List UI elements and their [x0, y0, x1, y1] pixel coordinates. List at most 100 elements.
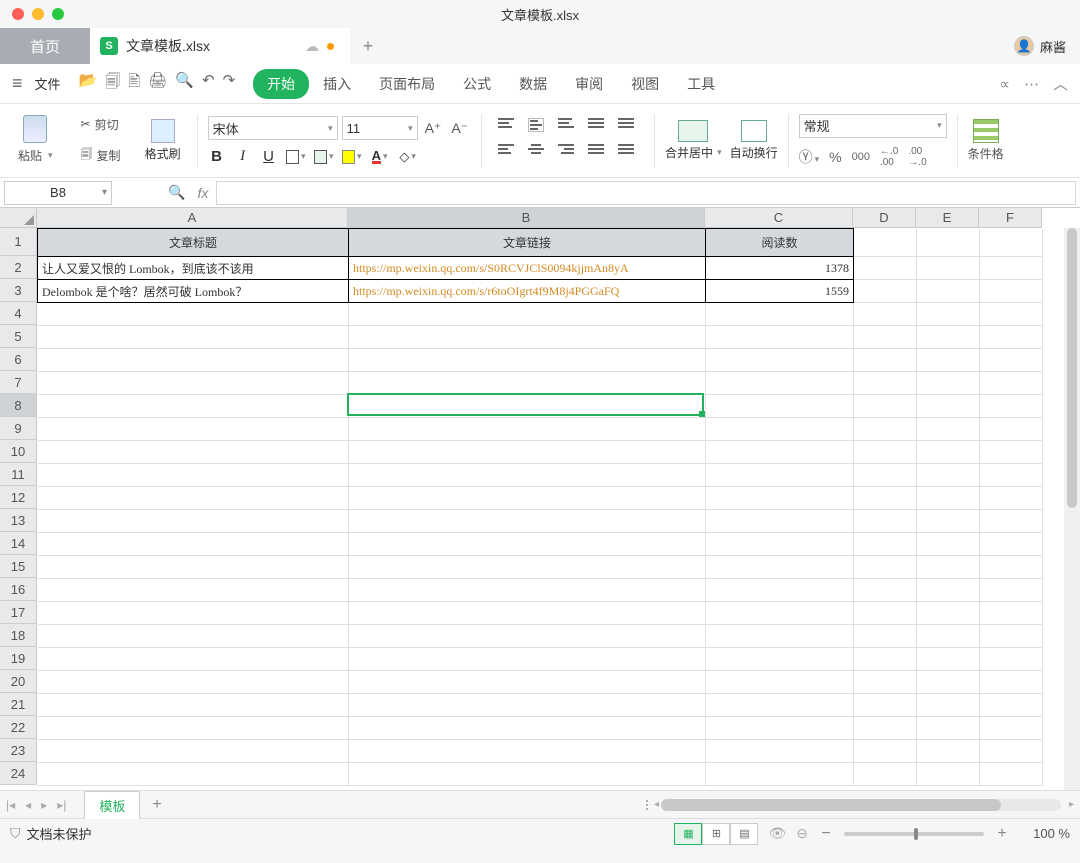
menu-tab-0[interactable]: 开始: [253, 69, 309, 99]
cell-E24[interactable]: [917, 763, 980, 786]
more-icon[interactable]: ⋯: [1024, 75, 1039, 93]
currency-button[interactable]: Ⓨ▾: [799, 147, 820, 167]
cell-B18[interactable]: [349, 625, 706, 648]
border-button[interactable]: ▾: [286, 149, 306, 165]
decrease-font-button[interactable]: A⁻: [448, 120, 471, 137]
cell-C4[interactable]: [706, 303, 854, 326]
collapse-ribbon-icon[interactable]: ︿: [1053, 73, 1068, 94]
align-center-button[interactable]: [528, 144, 544, 158]
cell-C24[interactable]: [706, 763, 854, 786]
decrease-decimal-button[interactable]: ←.0.00: [880, 146, 898, 168]
cell-B23[interactable]: [349, 740, 706, 763]
cell-E5[interactable]: [917, 326, 980, 349]
file-menu[interactable]: 文件: [35, 74, 61, 93]
cell-C21[interactable]: [706, 694, 854, 717]
col-header-D[interactable]: D: [853, 208, 916, 228]
menu-tab-4[interactable]: 数据: [505, 69, 561, 99]
cell-D8[interactable]: [854, 395, 917, 418]
cell-B20[interactable]: [349, 671, 706, 694]
cell-D21[interactable]: [854, 694, 917, 717]
row-header-5[interactable]: 5: [0, 325, 37, 348]
row-header-17[interactable]: 17: [0, 601, 37, 624]
undo-icon[interactable]: ↶: [202, 71, 215, 96]
underline-button[interactable]: U: [260, 148, 278, 165]
menu-tab-5[interactable]: 审阅: [561, 69, 617, 99]
cell-E9[interactable]: [917, 418, 980, 441]
cell-E13[interactable]: [917, 510, 980, 533]
save-icon[interactable]: 🗐: [105, 71, 120, 96]
fx-icon[interactable]: fx: [197, 185, 208, 201]
cell-B11[interactable]: [349, 464, 706, 487]
cell-E19[interactable]: [917, 648, 980, 671]
cell-B15[interactable]: [349, 556, 706, 579]
cell-F12[interactable]: [980, 487, 1043, 510]
cell-D18[interactable]: [854, 625, 917, 648]
cell-C13[interactable]: [706, 510, 854, 533]
cell-B4[interactable]: [349, 303, 706, 326]
cell-F16[interactable]: [980, 579, 1043, 602]
cell-D6[interactable]: [854, 349, 917, 372]
cell-A9[interactable]: [38, 418, 349, 441]
cell-F2[interactable]: [980, 257, 1043, 280]
view-layout-button[interactable]: ▤: [730, 823, 758, 845]
conditional-format-button[interactable]: 条件格: [968, 119, 1004, 162]
justify-button[interactable]: [588, 144, 604, 158]
align-left-button[interactable]: [498, 144, 514, 158]
cell-F21[interactable]: [980, 694, 1043, 717]
cell-D5[interactable]: [854, 326, 917, 349]
cell-B16[interactable]: [349, 579, 706, 602]
cell-D13[interactable]: [854, 510, 917, 533]
cell-F4[interactable]: [980, 303, 1043, 326]
font-family-select[interactable]: 宋体▾: [208, 116, 338, 140]
view-page-button[interactable]: ⊞: [702, 823, 730, 845]
cell-D1[interactable]: [854, 229, 917, 257]
export-icon[interactable]: 🖹: [128, 71, 140, 96]
cell-F14[interactable]: [980, 533, 1043, 556]
cell-B5[interactable]: [349, 326, 706, 349]
italic-button[interactable]: I: [234, 148, 252, 165]
user-avatar[interactable]: 👤: [1014, 36, 1034, 56]
font-size-select[interactable]: 11▾: [342, 116, 418, 140]
scroll-right-button[interactable]: ▸: [1069, 799, 1074, 810]
cell-D23[interactable]: [854, 740, 917, 763]
cell-F3[interactable]: [980, 280, 1043, 303]
cell-F7[interactable]: [980, 372, 1043, 395]
cell-F5[interactable]: [980, 326, 1043, 349]
name-box[interactable]: B8▾: [4, 181, 112, 205]
cell-F1[interactable]: [980, 229, 1043, 257]
cell-F13[interactable]: [980, 510, 1043, 533]
cell-A20[interactable]: [38, 671, 349, 694]
row-header-13[interactable]: 13: [0, 509, 37, 532]
cell-D4[interactable]: [854, 303, 917, 326]
col-header-C[interactable]: C: [705, 208, 853, 228]
cell-A13[interactable]: [38, 510, 349, 533]
cell-A21[interactable]: [38, 694, 349, 717]
paste-button[interactable]: 粘贴▾: [14, 115, 57, 166]
cell-B12[interactable]: [349, 487, 706, 510]
copy-button[interactable]: 🗐复制: [77, 143, 125, 168]
cell-F22[interactable]: [980, 717, 1043, 740]
row-header-8[interactable]: 8: [0, 394, 37, 417]
cell-C9[interactable]: [706, 418, 854, 441]
cell-A6[interactable]: [38, 349, 349, 372]
cell-D3[interactable]: [854, 280, 917, 303]
cell-C12[interactable]: [706, 487, 854, 510]
cell-A18[interactable]: [38, 625, 349, 648]
cell-C19[interactable]: [706, 648, 854, 671]
cell-E17[interactable]: [917, 602, 980, 625]
cell-C10[interactable]: [706, 441, 854, 464]
cell-F6[interactable]: [980, 349, 1043, 372]
cell-B13[interactable]: [349, 510, 706, 533]
reading-mode-icon[interactable]: 👁: [768, 825, 786, 842]
vertical-scrollbar[interactable]: [1064, 228, 1080, 790]
menu-tab-7[interactable]: 工具: [673, 69, 729, 99]
cell-E2[interactable]: [917, 257, 980, 280]
clear-format-button[interactable]: ◇▾: [398, 149, 418, 165]
print-icon[interactable]: 🖨: [148, 71, 167, 96]
percent-button[interactable]: %: [829, 149, 841, 165]
col-header-B[interactable]: B: [348, 208, 705, 228]
cell-C23[interactable]: [706, 740, 854, 763]
zoom-slider[interactable]: [844, 832, 984, 836]
sheet-nav-next[interactable]: ▸: [41, 798, 47, 812]
view-normal-button[interactable]: ▦: [674, 823, 702, 845]
